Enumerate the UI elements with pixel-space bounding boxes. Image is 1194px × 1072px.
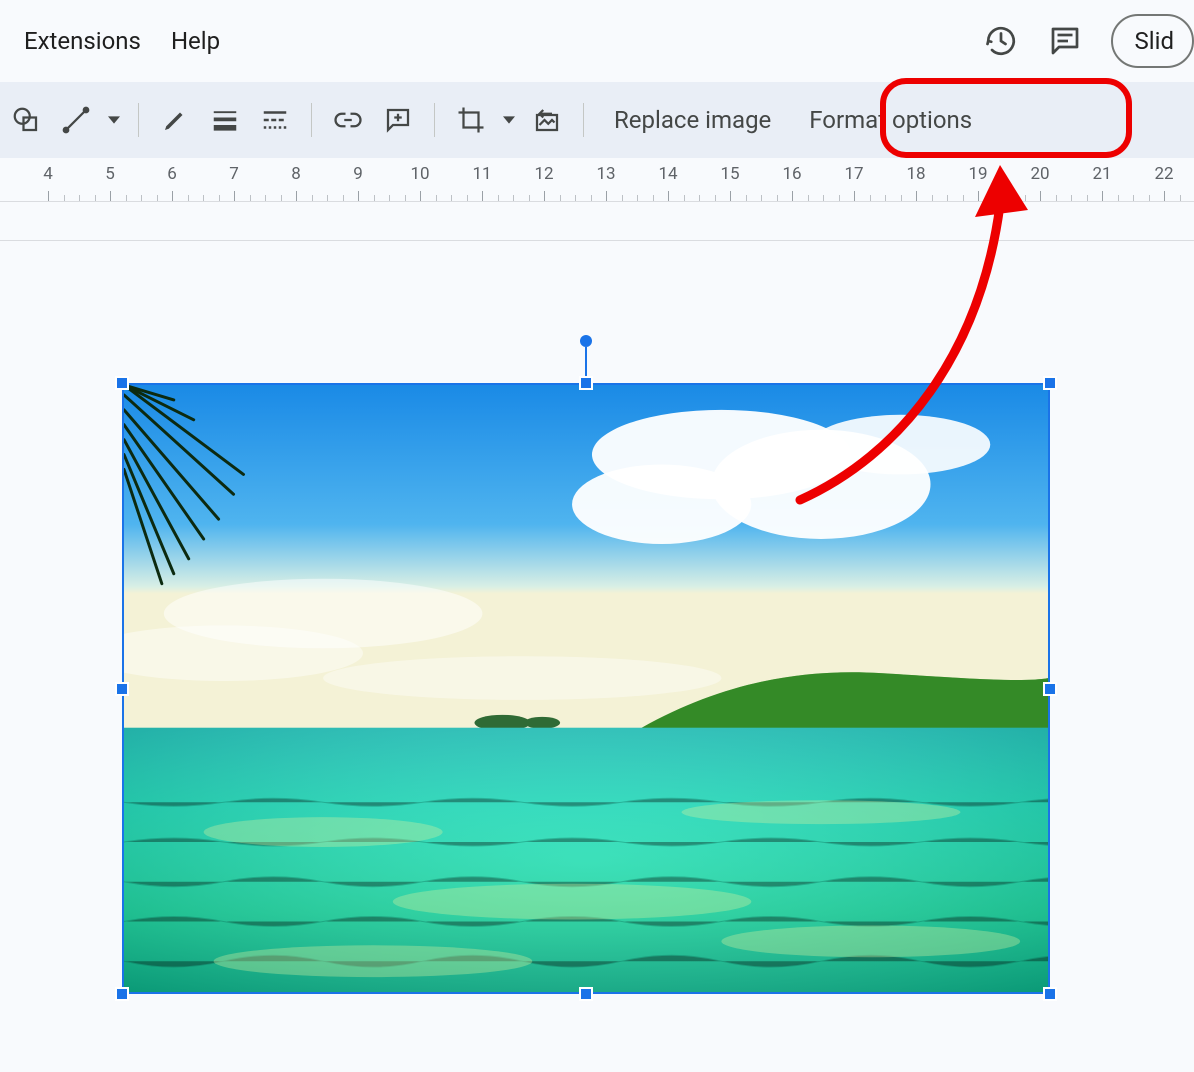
ruler-number: 21	[1092, 164, 1111, 184]
toolbar-separator	[434, 103, 435, 137]
toolbar-separator	[583, 103, 584, 137]
selection-handle-s[interactable]	[579, 987, 593, 1001]
insert-link-icon[interactable]	[326, 98, 370, 142]
border-dash-icon[interactable]	[253, 98, 297, 142]
crop-dropdown-icon[interactable]	[499, 114, 519, 126]
image-content[interactable]	[122, 383, 1050, 994]
ruler-number: 22	[1154, 164, 1173, 184]
crop-image-icon[interactable]	[449, 98, 493, 142]
reset-image-icon[interactable]	[525, 98, 569, 142]
border-color-icon[interactable]	[153, 98, 197, 142]
selection-handle-nw[interactable]	[115, 376, 129, 390]
ruler-number: 11	[472, 164, 491, 184]
replace-image-button[interactable]: Replace image	[598, 98, 787, 142]
format-options-label: Format options	[809, 106, 972, 134]
top-right-controls: Slid	[983, 0, 1194, 82]
version-history-icon[interactable]	[983, 23, 1019, 59]
line-dropdown-icon[interactable]	[104, 114, 124, 126]
shape-tool-icon[interactable]	[4, 98, 48, 142]
selection-handle-n[interactable]	[579, 376, 593, 390]
selection-handle-se[interactable]	[1043, 987, 1057, 1001]
ruler-number: 12	[534, 164, 553, 184]
toolbar-separator	[138, 103, 139, 137]
ruler-number: 15	[720, 164, 739, 184]
menu-help[interactable]: Help	[161, 21, 230, 61]
slideshow-button[interactable]: Slid	[1111, 14, 1194, 68]
ruler-number: 20	[1030, 164, 1049, 184]
ruler-number: 10	[410, 164, 429, 184]
horizontal-ruler[interactable]: 4 5 6 7 8 9 10 11 12 13 14 15 16 17 18 19 20 21 22	[0, 158, 1194, 202]
ruler-number: 18	[906, 164, 925, 184]
ruler-number: 4	[43, 164, 53, 184]
selected-image[interactable]	[122, 383, 1050, 994]
border-weight-icon[interactable]	[203, 98, 247, 142]
comment-icon[interactable]	[1047, 23, 1083, 59]
toolbar: Replace image Format options	[0, 82, 1194, 158]
ruler-number: 16	[782, 164, 801, 184]
ruler-number: 19	[968, 164, 987, 184]
ruler-number: 9	[353, 164, 363, 184]
slideshow-button-label: Slid	[1135, 27, 1174, 55]
ruler-number: 5	[105, 164, 115, 184]
ruler-number: 8	[291, 164, 301, 184]
ruler-number: 6	[167, 164, 177, 184]
format-options-button[interactable]: Format options	[793, 98, 988, 142]
ruler-number: 14	[658, 164, 677, 184]
selection-handle-w[interactable]	[115, 682, 129, 696]
selection-handle-sw[interactable]	[115, 987, 129, 1001]
line-tool-icon[interactable]	[54, 98, 98, 142]
add-comment-icon[interactable]	[376, 98, 420, 142]
selection-handle-e[interactable]	[1043, 682, 1057, 696]
ruler-number: 7	[229, 164, 239, 184]
toolbar-separator	[311, 103, 312, 137]
ruler-number: 13	[596, 164, 615, 184]
selection-handle-ne[interactable]	[1043, 376, 1057, 390]
menu-extensions[interactable]: Extensions	[14, 21, 151, 61]
replace-image-label: Replace image	[614, 106, 771, 134]
ruler-number: 17	[844, 164, 863, 184]
